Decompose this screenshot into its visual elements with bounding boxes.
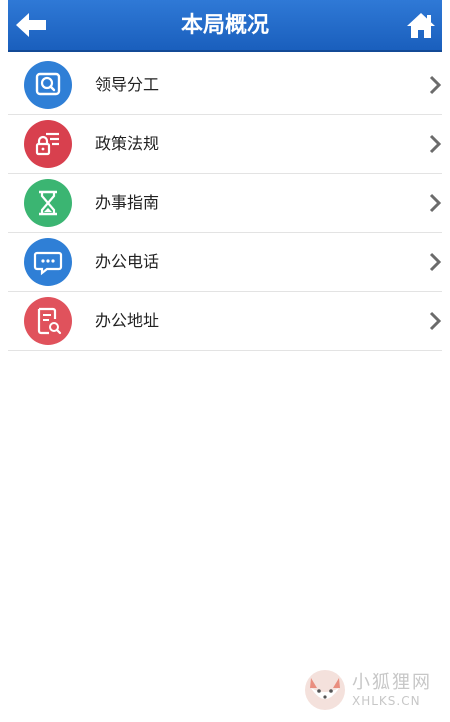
menu-item-label: 办公电话 [95, 252, 160, 271]
chevron-right-icon [429, 75, 442, 95]
fox-logo-icon [305, 670, 345, 710]
page-title: 本局概况 [180, 13, 269, 38]
home-button[interactable] [406, 10, 436, 40]
menu-icon-circle [24, 238, 72, 286]
site-watermark: 小狐狸网 XHLKS.CN [302, 666, 442, 716]
watermark-url: XHLKS.CN [352, 694, 421, 708]
menu-item-label: 政策法规 [95, 134, 160, 153]
menu-item-policies[interactable]: 政策法规 [8, 115, 442, 174]
search-doc-icon [35, 72, 61, 96]
menu-icon-circle [24, 120, 72, 168]
menu-icon-circle [24, 61, 72, 109]
title-bar: 本局概况 [8, 0, 442, 52]
menu-item-leadership[interactable]: 领导分工 [8, 56, 442, 115]
app-screen: 本局概况 领导分工 政策法规 办事指南 办公电话 办公地址 小狐狸网 XHLKS… [0, 0, 450, 722]
menu-item-label: 办事指南 [95, 193, 160, 212]
chat-bubble-icon [33, 251, 63, 276]
chevron-right-icon [429, 252, 442, 272]
home-icon [407, 13, 435, 38]
doc-search-icon [37, 307, 62, 335]
chevron-right-icon [429, 311, 442, 331]
menu-icon-circle [24, 297, 72, 345]
chevron-right-icon [429, 134, 442, 154]
chevron-right-icon [429, 193, 442, 213]
lock-doc-icon [35, 132, 59, 156]
menu-item-label: 办公地址 [95, 311, 160, 330]
menu-item-address[interactable]: 办公地址 [8, 292, 442, 351]
menu-item-label: 领导分工 [95, 75, 160, 94]
menu-icon-circle [24, 179, 72, 227]
watermark-text: 小狐狸网 [352, 672, 432, 693]
menu-list: 领导分工 政策法规 办事指南 办公电话 办公地址 [8, 56, 442, 351]
hourglass-icon [39, 190, 57, 216]
menu-item-guide[interactable]: 办事指南 [8, 174, 442, 233]
menu-item-phone[interactable]: 办公电话 [8, 233, 442, 292]
